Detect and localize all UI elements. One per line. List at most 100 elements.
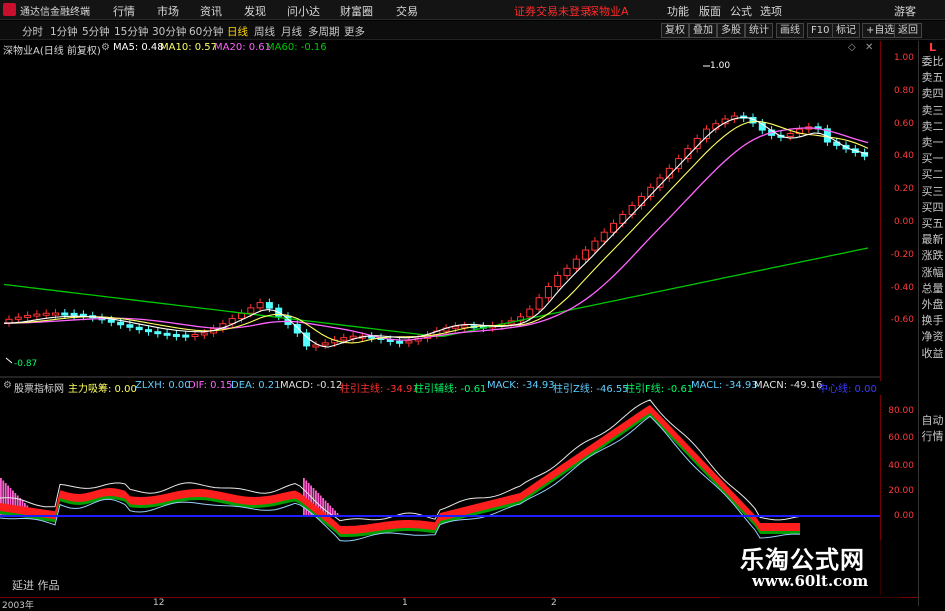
panel-item[interactable]: 卖三 <box>920 104 945 117</box>
menu-function[interactable]: 功能 <box>667 3 689 19</box>
panel-item[interactable]: 买五 <box>920 217 945 230</box>
panel-item[interactable]: 卖二 <box>920 120 945 133</box>
candle <box>256 302 264 309</box>
candle <box>33 313 41 317</box>
candle <box>107 319 115 323</box>
add-watchlist-button[interactable]: +自选 <box>862 23 899 38</box>
candle <box>582 249 590 260</box>
period-more[interactable]: 更多 <box>344 24 365 39</box>
indicator-field: 柱引F线: -0.61 <box>625 384 694 395</box>
toolbar-button[interactable]: F10 <box>807 23 834 38</box>
menu-trade[interactable]: 交易 <box>396 3 418 19</box>
panel-item[interactable]: 涨幅 <box>920 266 945 279</box>
candle <box>544 286 552 299</box>
menu-discover[interactable]: 发现 <box>244 3 266 19</box>
period-tab[interactable]: 周线 <box>254 24 275 39</box>
panel-item[interactable]: 换手 <box>920 314 945 327</box>
panel-item[interactable]: 买三 <box>920 185 945 198</box>
candle <box>145 329 152 333</box>
candle <box>5 318 13 324</box>
period-tab[interactable]: 分时 <box>22 24 43 39</box>
guest-user[interactable]: 游客 <box>894 3 916 19</box>
panel-item[interactable]: 涨跌 <box>920 249 945 262</box>
toolbar-button[interactable]: 多股 <box>717 23 745 38</box>
period-tab[interactable]: 1分钟 <box>50 24 78 39</box>
candle <box>396 340 404 344</box>
panel-item[interactable]: 收益 <box>920 347 945 360</box>
panel-item[interactable]: 最新 <box>920 233 945 246</box>
period-tab[interactable]: 5分钟 <box>82 24 110 39</box>
candle <box>182 334 190 338</box>
period-tab[interactable]: 多周期 <box>308 24 340 39</box>
candle <box>610 222 617 233</box>
panel-auto[interactable]: 自动 <box>920 414 945 427</box>
candle <box>247 307 255 314</box>
candle <box>14 316 22 320</box>
watermark-url: www.60lt.com <box>752 572 869 590</box>
panel-item[interactable]: 买一 <box>920 152 945 165</box>
panel-quote[interactable]: 行情 <box>920 430 945 443</box>
panel-item[interactable]: 净资 <box>920 330 945 343</box>
menu-market[interactable]: 市场 <box>157 3 179 19</box>
panel-item[interactable]: 买四 <box>920 201 945 214</box>
close-icon[interactable]: ✕ <box>865 42 873 53</box>
date-tick: 2003年 <box>2 601 34 611</box>
candle <box>117 321 125 326</box>
panel-collapse-icon[interactable]: L <box>920 41 945 54</box>
ma60-value: MA60: -0.16 <box>266 42 327 53</box>
menu-layout[interactable]: 版面 <box>699 3 721 19</box>
chart-title: 深物业A(日线 前复权) <box>3 46 101 57</box>
back-button[interactable]: 返回 <box>894 23 922 38</box>
toolbar-button[interactable]: 画线 <box>776 23 804 38</box>
settings-icon[interactable]: ⚙ <box>3 380 12 391</box>
axis-tick: 0.00 <box>893 511 914 521</box>
toolbar-button[interactable]: 复权 <box>661 23 689 38</box>
menu-quotes[interactable]: 行情 <box>113 3 135 19</box>
panel-item[interactable]: 卖五 <box>920 71 945 84</box>
menu-formula[interactable]: 公式 <box>730 3 752 19</box>
login-status: 证券交易未登录 <box>514 5 591 18</box>
candlestick-chart[interactable]: 1.00 -0.87 <box>0 56 880 376</box>
period-tab[interactable]: 月线 <box>281 24 302 39</box>
menu-options[interactable]: 选项 <box>760 3 782 19</box>
candle <box>126 324 134 328</box>
indicator-field: DIF: 0.15 <box>188 380 233 391</box>
menu-ask[interactable]: 问小达 <box>287 3 320 19</box>
price-axis: 1.00 0.80 0.60 0.40 0.20 0.00 -0.20 -0.4… <box>880 41 918 381</box>
toolbar-button[interactable]: 标记 <box>832 23 860 38</box>
menu-wealth[interactable]: 财富圈 <box>340 3 373 19</box>
panel-item[interactable]: 总量 <box>920 282 945 295</box>
axis-tick: 0.80 <box>893 86 914 96</box>
candle <box>70 312 78 316</box>
period-tab[interactable]: 60分钟 <box>189 24 223 39</box>
axis-tick: -0.20 <box>890 250 914 260</box>
panel-item[interactable]: 买二 <box>920 168 945 181</box>
indicator-field: ZLXH: 0.00 <box>135 380 191 391</box>
indicator-field: MACD: -0.12 <box>280 380 343 391</box>
period-tab[interactable]: 15分钟 <box>114 24 148 39</box>
toolbar-button[interactable]: 叠加 <box>689 23 717 38</box>
collapse-icon[interactable]: ◇ <box>848 42 856 53</box>
panel-item[interactable]: 外盘 <box>920 298 945 311</box>
date-tick: 2 <box>551 598 557 608</box>
stock-title: 深物业A <box>588 5 629 18</box>
quote-side-panel: L 委比卖五卖四卖三卖二卖一买一买二买三买四买五最新涨跌涨幅总量外盘换手净资收益… <box>918 41 945 606</box>
panel-item[interactable]: 卖四 <box>920 87 945 100</box>
menu-news[interactable]: 资讯 <box>200 3 222 19</box>
date-tick: 12 <box>153 598 165 608</box>
toolbar-button[interactable]: 统计 <box>745 23 773 38</box>
candle <box>172 333 180 337</box>
watermark: 乐淘公式网 www.60lt.com <box>720 540 900 598</box>
indicator-field: 主力吸筹: 0.00 <box>68 384 137 395</box>
candle <box>312 344 320 348</box>
indicator-field: MACK: -34.93 <box>487 380 555 391</box>
period-tab[interactable]: 30分钟 <box>152 24 186 39</box>
app-title: 通达信金融终端 <box>20 7 90 18</box>
panel-item[interactable]: 卖一 <box>920 136 945 149</box>
axis-tick: -0.40 <box>890 283 914 293</box>
period-tab-active[interactable]: 日线 <box>227 24 248 39</box>
indicator-field: DEA: 0.21 <box>231 380 281 391</box>
candle <box>535 297 543 310</box>
panel-item[interactable]: 委比 <box>920 55 945 68</box>
settings-icon[interactable]: ⚙ <box>101 42 110 53</box>
